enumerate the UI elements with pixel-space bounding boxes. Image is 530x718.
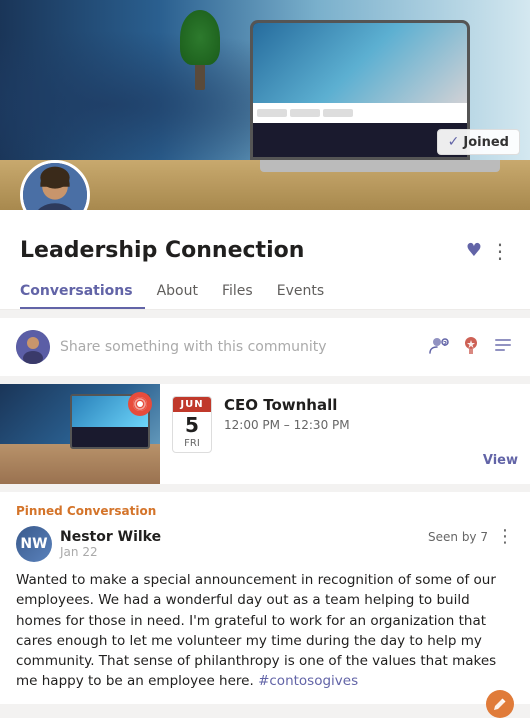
share-input[interactable]: Share something with this community <box>60 339 418 355</box>
mention-icon[interactable]: ? <box>428 334 450 361</box>
pinned-label: Pinned Conversation <box>16 504 514 518</box>
tab-about[interactable]: About <box>145 275 210 309</box>
joined-badge[interactable]: ✓ Joined <box>437 129 520 155</box>
more-options-button[interactable]: ⋮ <box>490 241 510 261</box>
event-view-button[interactable]: View <box>483 449 518 472</box>
event-info: CEO Townhall 12:00 PM – 12:30 PM <box>224 396 471 432</box>
post-author-avatar: NW <box>16 526 52 562</box>
share-action-icons: ? <box>428 334 514 361</box>
community-header: Leadership Connection ♥ ⋮ Conversations … <box>0 210 530 310</box>
tab-files[interactable]: Files <box>210 275 265 309</box>
post-author-row: NW Nestor Wilke Jan 22 <box>16 526 161 562</box>
navigation-tabs: Conversations About Files Events <box>20 275 510 309</box>
create-post-fab[interactable] <box>486 690 514 718</box>
post-meta-right: Seen by 7 ⋮ <box>428 526 514 547</box>
screen-bar <box>253 103 467 123</box>
plant-decoration <box>180 10 220 90</box>
post-author-info: Nestor Wilke Jan 22 <box>60 529 161 559</box>
post-header: NW Nestor Wilke Jan 22 Seen by 7 ⋮ <box>16 526 514 562</box>
live-badge <box>128 392 152 416</box>
event-image <box>0 384 160 484</box>
post-date: Jan 22 <box>60 545 161 559</box>
list-icon[interactable] <box>492 334 514 361</box>
event-month: JUN <box>173 397 211 412</box>
like-button[interactable]: ♥ <box>466 240 482 261</box>
community-title: Leadership Connection <box>20 238 304 263</box>
hero-banner: ✓ Joined <box>0 0 530 210</box>
laptop-visual <box>250 20 510 180</box>
post-body-text: Wanted to make a special announcement in… <box>16 572 496 689</box>
post-more-button[interactable]: ⋮ <box>496 526 514 547</box>
event-day: 5 <box>173 412 211 438</box>
screen-content <box>253 23 467 103</box>
check-icon: ✓ <box>448 134 460 150</box>
header-top: Leadership Connection ♥ ⋮ <box>20 238 510 263</box>
post-body: Wanted to make a special announcement in… <box>16 570 514 692</box>
event-details: JUN 5 FRI CEO Townhall 12:00 PM – 12:30 … <box>160 384 530 484</box>
joined-label: Joined <box>463 135 509 150</box>
current-user-avatar <box>16 330 50 364</box>
share-box: Share something with this community ? <box>0 318 530 376</box>
laptop-base <box>260 160 500 172</box>
seen-by-count: Seen by 7 <box>428 530 488 544</box>
header-actions: ♥ ⋮ <box>466 240 510 261</box>
tab-events[interactable]: Events <box>265 275 336 309</box>
award-icon[interactable] <box>460 334 482 361</box>
post-author-name: Nestor Wilke <box>60 529 161 545</box>
event-weekday: FRI <box>173 438 211 452</box>
event-card: JUN 5 FRI CEO Townhall 12:00 PM – 12:30 … <box>0 384 530 484</box>
event-time: 12:00 PM – 12:30 PM <box>224 418 471 432</box>
post-hashtag[interactable]: #contosogives <box>258 673 358 689</box>
svg-text:?: ? <box>443 340 447 348</box>
event-desk <box>0 444 160 484</box>
tab-conversations[interactable]: Conversations <box>20 275 145 309</box>
pinned-conversation: Pinned Conversation NW Nestor Wilke Jan … <box>0 492 530 704</box>
event-title: CEO Townhall <box>224 396 471 414</box>
event-date-box: JUN 5 FRI <box>172 396 212 453</box>
